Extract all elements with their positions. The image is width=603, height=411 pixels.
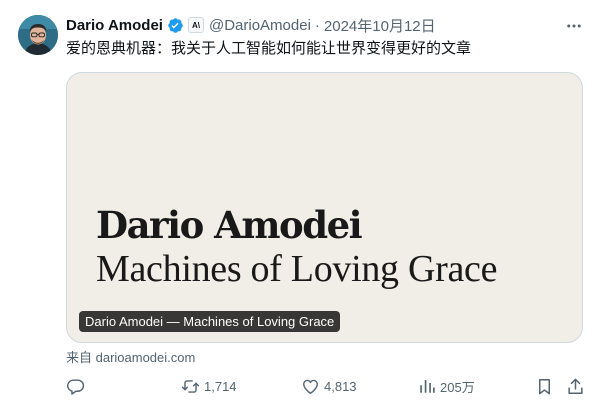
bar-chart-icon: [420, 380, 435, 393]
views-button[interactable]: 205万: [418, 374, 475, 398]
author-handle[interactable]: @DarioAmodei: [209, 17, 311, 34]
tweet[interactable]: Dario Amodei A\ @DarioAmodei · 2024年10月1…: [0, 0, 603, 411]
tweet-date[interactable]: 2024年10月12日: [324, 15, 436, 36]
card-source-link[interactable]: 来自 darioamodei.com: [66, 347, 195, 366]
card-title-author: Dario Amodei: [96, 203, 363, 247]
retweet-count: 1,714: [204, 378, 237, 394]
header-separator: ·: [314, 16, 320, 34]
affiliate-badge-icon[interactable]: A\: [187, 17, 204, 33]
share-icon: [568, 378, 583, 394]
bookmark-button[interactable]: [535, 374, 554, 398]
action-bar: 1,714 4,813 205万: [0, 374, 603, 398]
verified-badge-icon[interactable]: [167, 17, 184, 34]
card-caption: Dario Amodei — Machines of Loving Grace: [79, 311, 341, 332]
tweet-text: 爱的恩典机器：我关于人工智能如何能让世界变得更好的文章: [66, 40, 472, 57]
bookmark-icon: [538, 378, 551, 394]
more-options-icon[interactable]: [565, 17, 583, 35]
avatar[interactable]: [18, 15, 58, 55]
views-count: 205万: [440, 379, 475, 395]
retweet-button[interactable]: 1,714: [181, 374, 237, 398]
like-button[interactable]: 4,813: [301, 374, 357, 398]
reply-button[interactable]: [66, 374, 85, 398]
retweet-icon: [181, 379, 200, 393]
reply-icon: [67, 378, 85, 395]
card-title-essay: Machines of Loving Grace: [96, 248, 498, 290]
link-card[interactable]: Dario Amodei Machines of Loving Grace Da…: [66, 72, 583, 343]
tweet-header: Dario Amodei A\ @DarioAmodei · 2024年10月1…: [66, 15, 436, 35]
author-name[interactable]: Dario Amodei: [66, 17, 163, 34]
heart-icon: [303, 379, 318, 394]
like-count: 4,813: [324, 378, 357, 394]
share-button[interactable]: [566, 374, 585, 398]
